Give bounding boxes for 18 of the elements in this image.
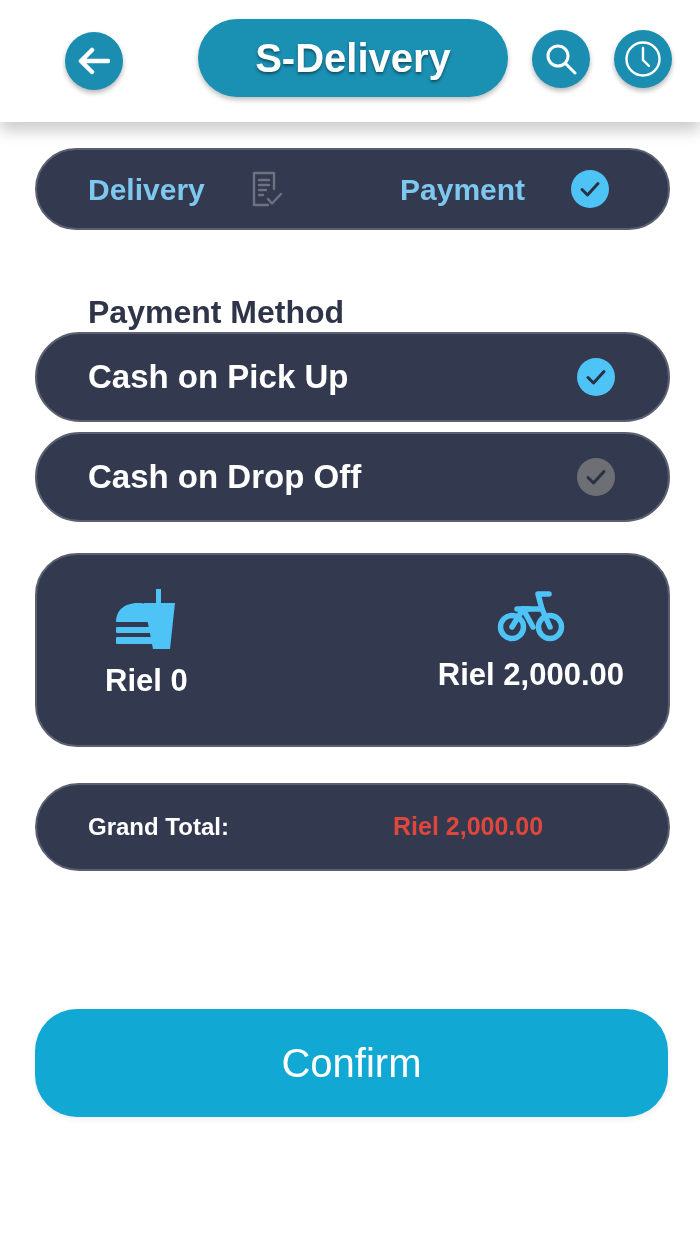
history-button[interactable] [614,30,672,88]
amount-text: Riel 0 [105,663,188,699]
total-label: Grand Total: [88,812,230,842]
payment-option[interactable]: Cash on Pick Up [35,332,670,422]
fast-food-icon [115,589,178,649]
back-button[interactable] [65,32,123,90]
clock-icon [625,41,661,77]
bicycle-icon [496,589,565,643]
step-label: Payment [400,171,526,208]
search-icon [545,43,577,75]
total-amount: Riel 2,000.00 [393,811,545,843]
step-label: Delivery [88,171,205,208]
left-arrow-icon [78,47,110,75]
section-heading: Payment Method [88,293,346,332]
amount-text: Riel 2,000.00 [437,657,624,693]
payment-option[interactable]: Cash on Drop Off [35,432,670,522]
search-button[interactable] [532,30,590,88]
app-title: S-Delivery [198,19,508,97]
